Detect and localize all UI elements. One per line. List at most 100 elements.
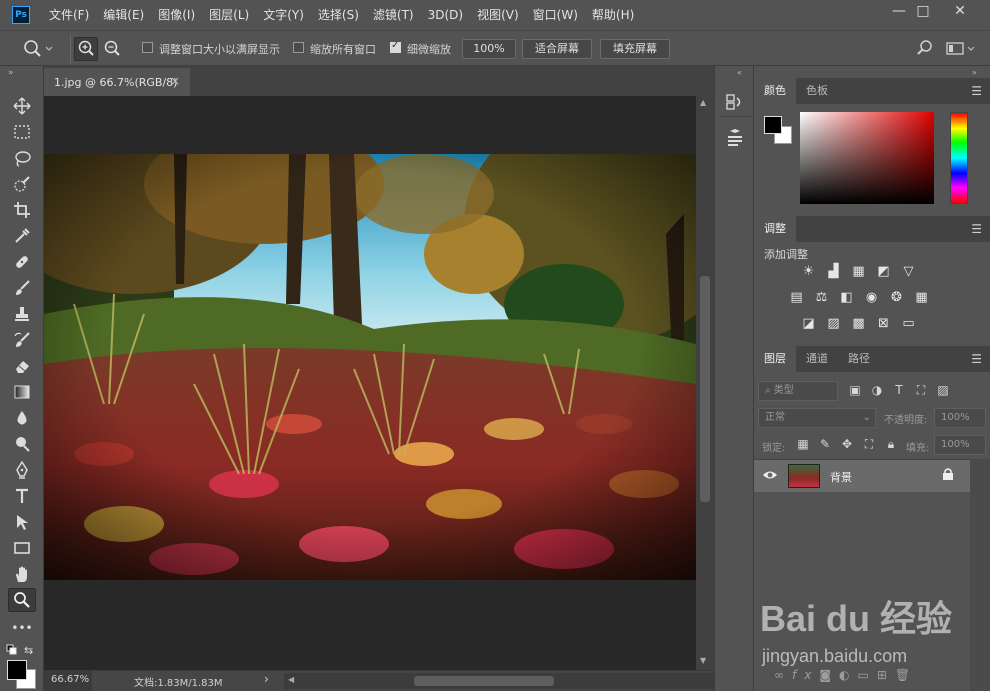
layer-row[interactable]: 背景 — [754, 460, 970, 492]
delete-layer-icon[interactable]: 🗑︎ — [895, 668, 918, 682]
color-field[interactable] — [800, 112, 934, 204]
menu-select[interactable]: 选择(S) — [311, 0, 366, 30]
curves-icon[interactable]: ▦ — [850, 264, 867, 279]
brush-icon[interactable] — [8, 276, 36, 300]
dodge-icon[interactable] — [8, 432, 36, 456]
lock-pixels-icon[interactable]: ✎ — [814, 437, 836, 451]
vertical-scrollbar[interactable]: ▲ ▼ — [696, 96, 714, 670]
threshold-icon[interactable]: ▩ — [850, 316, 867, 331]
healing-icon[interactable] — [8, 250, 36, 274]
lock-icon[interactable] — [942, 467, 954, 484]
h-scroll-thumb[interactable] — [414, 676, 554, 686]
filter-shape-icon[interactable]: ⛶ — [910, 383, 932, 398]
menu-edit[interactable]: 编辑(E) — [96, 0, 151, 30]
history-brush-icon[interactable] — [8, 328, 36, 352]
filter-pixel-icon[interactable]: ▣ — [844, 383, 866, 397]
hand-icon[interactable] — [8, 562, 36, 586]
path-select-icon[interactable] — [8, 510, 36, 534]
color-balance-icon[interactable]: ⚖ — [813, 290, 830, 305]
crop-icon[interactable] — [8, 198, 36, 222]
adjust-panel-menu-icon[interactable]: ☰ — [971, 222, 982, 236]
fill-screen-button[interactable]: 填充屏幕 — [600, 39, 670, 59]
scroll-thumb[interactable] — [700, 276, 710, 502]
color-panel-menu-icon[interactable]: ☰ — [971, 84, 982, 98]
scrubby-zoom-checkbox[interactable] — [390, 40, 401, 53]
gradient-icon[interactable] — [8, 380, 36, 404]
document-tab[interactable]: 1.jpg @ 66.7%(RGB/8) × — [44, 68, 190, 96]
move-icon[interactable] — [8, 94, 36, 118]
eye-icon[interactable] — [762, 468, 778, 485]
tab-color[interactable]: 颜色 — [754, 78, 796, 104]
close-button[interactable]: ✕ — [943, 0, 977, 22]
scroll-up-icon[interactable]: ▲ — [700, 98, 706, 107]
canvas-area[interactable] — [44, 96, 696, 670]
tab-paths[interactable]: 路径 — [838, 346, 880, 372]
tab-channels[interactable]: 通道 — [796, 346, 838, 372]
vibrance-icon[interactable]: ▽ — [900, 264, 917, 279]
workspace-icon[interactable] — [946, 41, 978, 60]
eraser-icon[interactable] — [8, 354, 36, 378]
horizontal-scrollbar[interactable]: ◀ — [284, 673, 714, 689]
layers-panel-menu-icon[interactable]: ☰ — [971, 352, 982, 366]
collapse-strip-icon[interactable]: « — [737, 68, 742, 77]
link-layers-icon[interactable]: ∞ — [774, 668, 792, 682]
collapse-toolbar-icon[interactable]: » — [8, 68, 14, 78]
lock-transparent-icon[interactable]: ▦ — [792, 437, 814, 451]
fill-field[interactable]: 100% — [934, 435, 986, 455]
tab-swatches[interactable]: 色板 — [796, 78, 838, 104]
history-panel-icon[interactable] — [725, 92, 745, 115]
zoom-level[interactable]: 66.67% — [51, 674, 89, 685]
rectangle-icon[interactable] — [8, 536, 36, 560]
resize-windows-checkbox[interactable] — [142, 42, 153, 53]
levels-icon[interactable]: ▟ — [825, 264, 842, 279]
stamp-icon[interactable] — [8, 302, 36, 326]
filter-type-icon[interactable]: T — [888, 383, 910, 397]
lock-position-icon[interactable]: ✥ — [836, 437, 858, 451]
menu-type[interactable]: 文字(Y) — [256, 0, 311, 30]
menu-image[interactable]: 图像(I) — [151, 0, 202, 30]
type-icon[interactable] — [8, 484, 36, 508]
layer-filter-select[interactable]: ⌕ 类型 — [758, 381, 838, 401]
zoom-icon[interactable] — [8, 588, 36, 612]
status-menu-arrow[interactable]: › — [264, 672, 269, 686]
search-icon[interactable] — [916, 39, 934, 60]
menu-3d[interactable]: 3D(D) — [421, 0, 470, 30]
properties-panel-icon[interactable] — [725, 128, 745, 151]
filter-adjust-icon[interactable]: ◑ — [866, 383, 888, 397]
black-white-icon[interactable]: ◧ — [838, 290, 855, 305]
tab-adjustments[interactable]: 调整 — [754, 216, 796, 242]
menu-filter[interactable]: 滤镜(T) — [366, 0, 421, 30]
marquee-icon[interactable] — [8, 120, 36, 144]
default-colors-icon[interactable] — [6, 644, 18, 659]
hue-slider[interactable] — [950, 112, 968, 204]
lock-all-icon[interactable]: 🔒︎ — [880, 437, 902, 452]
brightness-icon[interactable]: ☀ — [800, 264, 817, 279]
close-tab-icon[interactable]: × — [170, 74, 180, 88]
pen-icon[interactable] — [8, 458, 36, 482]
mask-icon[interactable]: ◙ — [819, 668, 839, 682]
invert-icon[interactable]: ◪ — [800, 316, 817, 331]
lock-artboard-icon[interactable]: ⛶ — [858, 437, 880, 452]
hue-saturation-icon[interactable]: ▤ — [788, 290, 805, 305]
menu-view[interactable]: 视图(V) — [470, 0, 526, 30]
photo-filter-icon[interactable]: ◉ — [863, 290, 880, 305]
blur-icon[interactable] — [8, 406, 36, 430]
exposure-icon[interactable]: ◩ — [875, 264, 892, 279]
layer-name[interactable]: 背景 — [830, 469, 852, 485]
fx-icon[interactable]: fx — [792, 668, 819, 682]
quick-select-icon[interactable] — [8, 172, 36, 196]
menu-window[interactable]: 窗口(W) — [526, 0, 585, 30]
swap-colors-icon[interactable]: ⇆ — [24, 644, 33, 657]
tab-layers[interactable]: 图层 — [754, 346, 796, 372]
zoom-100-button[interactable]: 100% — [462, 39, 516, 59]
scroll-down-icon[interactable]: ▼ — [700, 656, 706, 665]
fit-screen-button[interactable]: 适合屏幕 — [522, 39, 592, 59]
gradient-map-icon[interactable]: ▭ — [900, 316, 917, 331]
zoom-all-checkbox[interactable] — [293, 42, 304, 53]
new-adjustment-icon[interactable]: ◐ — [839, 668, 857, 682]
new-layer-icon[interactable]: ⊞ — [877, 668, 895, 682]
eyedropper-icon[interactable] — [8, 224, 36, 248]
new-group-icon[interactable]: ▭ — [857, 668, 876, 682]
zoom-tool-preset-icon[interactable] — [22, 39, 54, 62]
collapse-panels-icon[interactable]: » — [972, 68, 977, 77]
